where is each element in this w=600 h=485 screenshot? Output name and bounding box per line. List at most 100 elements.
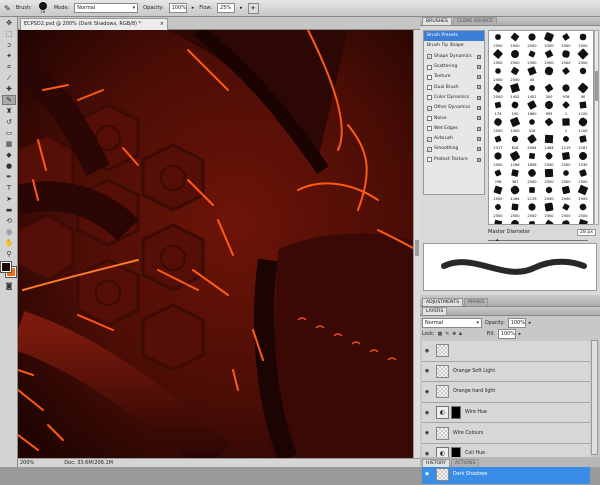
brush-preset[interactable]: 1 [558, 100, 574, 116]
scrollbar-thumb[interactable] [415, 240, 419, 256]
brush-preset[interactable]: 2500 [558, 168, 574, 184]
brush-preset[interactable]: 2500 [558, 202, 574, 218]
brush-preset[interactable]: 100 [507, 100, 523, 116]
brush-preset[interactable]: 1100 [575, 116, 591, 133]
brush-setting-item[interactable]: Scattering [424, 62, 484, 72]
brush-preset[interactable]: 2167 [575, 134, 591, 150]
checkbox[interactable]: ✓ [427, 136, 432, 142]
document-tab[interactable]: ECPSD2.psd @ 200% (Dark Shadows, RGB/8) … [20, 18, 168, 30]
lock-icon[interactable] [477, 85, 481, 90]
brush-preset[interactable]: 1 [558, 117, 574, 133]
gradient-tool-icon[interactable]: ▦ [2, 139, 16, 149]
layers-scrollbar[interactable] [591, 340, 598, 455]
tab-clone-source[interactable]: CLONE SOURCE [452, 17, 497, 25]
zoom-level[interactable]: 200% [20, 460, 34, 466]
brush-preset[interactable]: 90 [575, 82, 591, 99]
master-diameter-field[interactable]: 28 px [577, 228, 596, 236]
quick-mask-icon[interactable]: ◙ [2, 281, 16, 291]
airbrush-toggle-icon[interactable]: ✈ [247, 2, 259, 14]
brush-preset[interactable]: 2500 [490, 117, 506, 133]
lock-icon[interactable] [477, 64, 481, 69]
brush-setting-item[interactable]: ✓ Airbrush [424, 134, 484, 144]
lock-icon[interactable] [477, 75, 481, 80]
brush-preset[interactable]: 826 [507, 134, 523, 150]
lock-transparency-icon[interactable]: ▦ [438, 332, 443, 337]
3d-camera-tool-icon[interactable]: ◎ [2, 227, 16, 237]
tab-actions[interactable]: ACTIONS [450, 459, 480, 467]
layer-row[interactable]: ◉ ◐ Wire Hue [422, 402, 590, 424]
lock-icon[interactable] [477, 126, 481, 131]
brush-preset[interactable]: 2500 [558, 185, 574, 201]
layer-row[interactable]: ◉ Orange hard light [422, 382, 590, 403]
document-canvas[interactable] [18, 30, 413, 458]
layer-opacity-field[interactable]: 100% [507, 318, 526, 328]
brush-setting-item[interactable]: Brush Tip Shape [424, 41, 484, 51]
brush-preset[interactable]: 2500 [524, 201, 540, 218]
type-tool-icon[interactable]: T [2, 183, 16, 193]
brush-preset[interactable]: 174 [490, 100, 506, 116]
brush-preset[interactable]: 995 [541, 100, 557, 116]
color-swatches[interactable] [0, 261, 17, 278]
brush-preset[interactable]: 2500 [490, 202, 506, 218]
flow-field[interactable]: 25% [217, 3, 236, 13]
dodge-tool-icon[interactable]: ● [2, 161, 16, 171]
brush-preset[interactable]: 798 [490, 168, 506, 184]
brush-preset[interactable]: 2500 [490, 48, 506, 65]
tab-layers[interactable]: LAYERS [422, 307, 448, 315]
brush-setting-item[interactable]: Brush Presets [424, 31, 484, 42]
layer-row[interactable]: ◉ Wire Colours [422, 423, 590, 444]
brush-preset[interactable]: 2500 [507, 202, 523, 218]
brush-preset[interactable] [575, 66, 591, 82]
brush-preset[interactable]: 2119 [524, 185, 540, 201]
brush-preset[interactable]: 2119 [558, 134, 574, 150]
brush-preset[interactable]: 418 [524, 117, 540, 133]
lock-pixels-icon[interactable]: ✎ [445, 332, 449, 337]
checkbox[interactable] [427, 85, 432, 91]
checkbox[interactable] [427, 157, 432, 163]
checkbox[interactable] [427, 64, 432, 70]
checkbox[interactable] [427, 126, 432, 132]
tab-adjustments[interactable]: ADJUSTMENTS [422, 298, 464, 306]
brush-preset[interactable] [541, 66, 557, 82]
brush-preset[interactable]: 2500 [507, 32, 523, 48]
blur-tool-icon[interactable]: ◆ [2, 150, 16, 160]
chevron-right-icon[interactable]: ▸ [192, 5, 195, 11]
fill-field[interactable]: 100% [497, 329, 516, 339]
brush-preset[interactable]: 1535 [575, 150, 591, 167]
brush-preset[interactable]: 2500 [558, 151, 574, 167]
opacity-field[interactable]: 100% [168, 3, 187, 13]
chevron-right-icon[interactable]: ▸ [240, 5, 243, 11]
checkbox[interactable] [427, 116, 432, 122]
mode-select[interactable]: Normal ▾ [74, 3, 139, 13]
blend-mode-select[interactable]: Normal ▾ [422, 318, 482, 328]
checkbox[interactable]: ✓ [427, 146, 432, 152]
marquee-tool-icon[interactable]: ⬚ [2, 29, 16, 39]
checkbox[interactable] [427, 95, 432, 101]
brush-preset[interactable]: 2094 [524, 134, 540, 150]
brush-preset[interactable]: 978 [558, 83, 574, 99]
layer-row[interactable]: ◉ Orange Soft Light [422, 361, 590, 383]
hand-tool-icon[interactable]: ✋ [2, 238, 16, 248]
eye-icon[interactable]: ◉ [422, 430, 432, 436]
brush-preset[interactable]: 2317 [490, 134, 506, 150]
brush-preset[interactable]: 2500 [558, 32, 574, 48]
eraser-tool-icon[interactable]: ▭ [2, 128, 16, 138]
lock-icon[interactable] [477, 95, 481, 100]
quick-select-tool-icon[interactable]: ✦ [2, 51, 16, 61]
brush-preset[interactable]: 1100 [575, 100, 591, 116]
brush-preset[interactable]: 2500 [575, 202, 591, 218]
canvas-vertical-scrollbar[interactable] [413, 30, 420, 458]
lock-icon[interactable] [477, 106, 481, 111]
brush-preset[interactable]: 2500 [575, 48, 591, 65]
close-icon[interactable]: × [160, 19, 164, 30]
scrollbar-thumb[interactable] [595, 71, 598, 101]
history-brush-tool-icon[interactable]: ↺ [2, 117, 16, 127]
brush-preset[interactable]: 2500 [490, 151, 506, 167]
tab-history[interactable]: HISTORY [422, 459, 450, 467]
checkbox[interactable] [427, 74, 432, 80]
lock-all-icon[interactable]: 🔒︎ [459, 331, 462, 337]
lock-icon[interactable] [477, 116, 481, 121]
brush-preset[interactable]: 2500 [507, 66, 523, 82]
brush-preset[interactable]: 2500 [507, 49, 523, 65]
eye-icon[interactable]: ◉ [422, 471, 432, 477]
